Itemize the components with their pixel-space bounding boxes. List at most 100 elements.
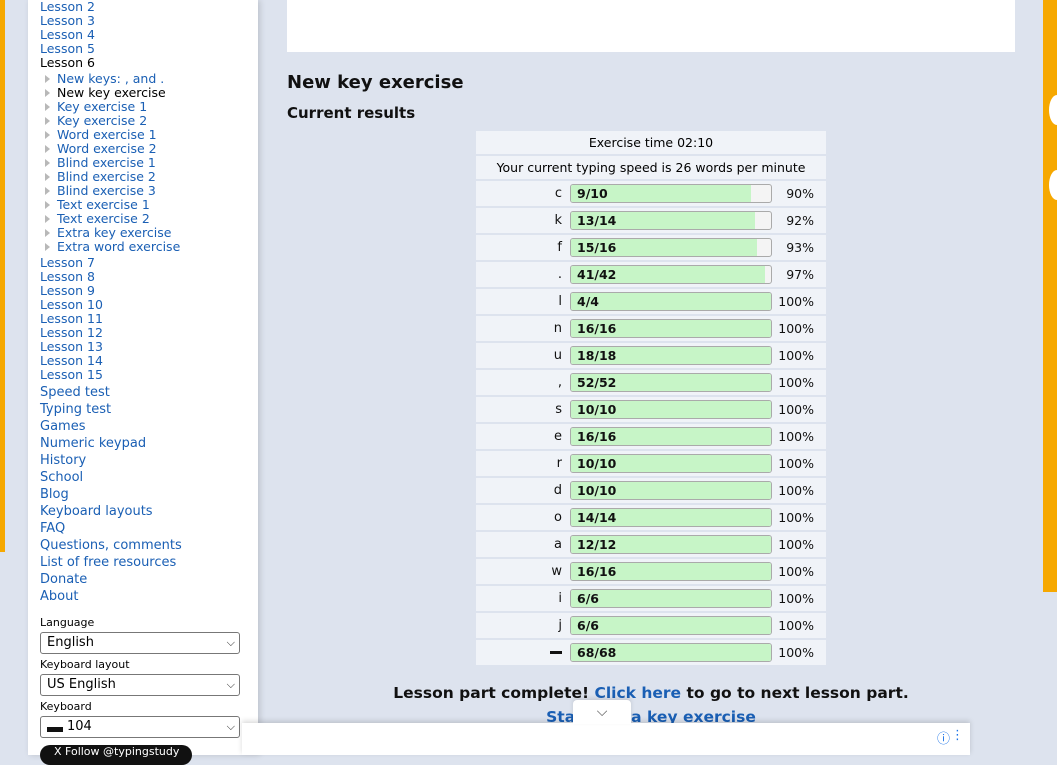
triangle-right-icon [45, 173, 50, 181]
sidebar-link-typing-test[interactable]: Typing test [40, 401, 250, 418]
result-progress-bar: 52/52 [570, 373, 772, 392]
result-score: 18/18 [577, 348, 617, 363]
typing-speed: Your current typing speed is 26 words pe… [476, 156, 826, 179]
sidebar-link-about[interactable]: About [40, 588, 250, 605]
sidebar-link-keyboard-layouts[interactable]: Keyboard layouts [40, 503, 250, 520]
result-key: c [554, 186, 562, 201]
sidebar-item-lesson-15[interactable]: Lesson 15 [40, 368, 250, 382]
ad-graphic [1049, 170, 1057, 200]
sidebar-item-lesson-8[interactable]: Lesson 8 [40, 270, 250, 284]
sidebar-item-lesson-11[interactable]: Lesson 11 [40, 312, 250, 326]
more-vertical-icon[interactable]: ⋮ [951, 728, 964, 743]
sidebar-subitem-text-exercise-2[interactable]: Text exercise 2 [40, 212, 250, 226]
sidebar-subitem-new-key-exercise: New key exercise [40, 86, 250, 100]
result-key: u [553, 348, 562, 363]
sidebar-subitem-new-keys[interactable]: New keys: , and . [40, 72, 250, 86]
sidebar-subitem-word-exercise-1[interactable]: Word exercise 1 [40, 128, 250, 142]
result-row: f 15/16 93% [476, 235, 826, 260]
sidebar-subitem-blind-exercise-1[interactable]: Blind exercise 1 [40, 156, 250, 170]
sidebar-link-numeric-keypad[interactable]: Numeric keypad [40, 435, 250, 452]
result-score: 16/16 [577, 321, 617, 336]
keyboard-layout-label: Keyboard layout [40, 658, 130, 671]
result-score: 10/10 [577, 456, 617, 471]
space-bar-icon [550, 651, 562, 654]
sidebar-link-questions-comments[interactable]: Questions, comments [40, 537, 250, 554]
result-percentage: 100% [778, 321, 814, 336]
sidebar-item-lesson-13[interactable]: Lesson 13 [40, 340, 250, 354]
sidebar-item-lesson-7[interactable]: Lesson 7 [40, 256, 250, 270]
result-score: 68/68 [577, 645, 617, 660]
sidebar-item-lesson-2[interactable]: Lesson 2 [40, 0, 250, 14]
bottom-anchor-ad[interactable]: ⌵ ⓘ ⋮ [242, 700, 970, 755]
sidebar-item-lesson-14[interactable]: Lesson 14 [40, 354, 250, 368]
result-progress-bar: 68/68 [570, 643, 772, 662]
triangle-right-icon [45, 201, 50, 209]
collapse-ad-button[interactable]: ⌵ [573, 700, 631, 724]
sidebar: Lesson 2 Lesson 3 Lesson 4 Lesson 5 Less… [28, 0, 258, 765]
sidebar-link-school[interactable]: School [40, 469, 250, 486]
result-key: l [558, 294, 562, 309]
result-row: w 16/16 100% [476, 559, 826, 584]
sidebar-subitem-word-exercise-2[interactable]: Word exercise 2 [40, 142, 250, 156]
result-progress-fill [571, 293, 771, 310]
sidebar-link-blog[interactable]: Blog [40, 486, 250, 503]
result-score: 13/14 [577, 213, 617, 228]
sidebar-item-lesson-3[interactable]: Lesson 3 [40, 14, 250, 28]
triangle-right-icon [45, 159, 50, 167]
result-key: . [557, 267, 562, 282]
sidebar-subitem-extra-word-exercise[interactable]: Extra word exercise [40, 240, 250, 254]
keyboard-layout-select[interactable]: US English ⌵ [40, 674, 240, 696]
sidebar-subitem-blind-exercise-2[interactable]: Blind exercise 2 [40, 170, 250, 184]
result-progress-bar: 4/4 [570, 292, 772, 311]
sidebar-item-lesson-5[interactable]: Lesson 5 [40, 42, 250, 56]
result-row: , 52/52 100% [476, 370, 826, 395]
triangle-right-icon [45, 187, 50, 195]
chevron-down-icon: ⌵ [226, 720, 235, 733]
sidebar-subitem-text-exercise-1[interactable]: Text exercise 1 [40, 198, 250, 212]
result-key: r [556, 456, 562, 471]
keyboard-select[interactable]: 104 ⌵ [40, 716, 240, 738]
sidebar-subitem-key-exercise-1[interactable]: Key exercise 1 [40, 100, 250, 114]
section-title: Current results [287, 104, 416, 122]
info-icon[interactable]: ⓘ [937, 728, 950, 747]
sidebar-link-history[interactable]: History [40, 452, 250, 469]
sidebar-subitem-extra-key-exercise[interactable]: Extra key exercise [40, 226, 250, 240]
sidebar-item-lesson-9[interactable]: Lesson 9 [40, 284, 250, 298]
sidebar-item-lesson-4[interactable]: Lesson 4 [40, 28, 250, 42]
result-progress-bar: 12/12 [570, 535, 772, 554]
sidebar-link-speed-test[interactable]: Speed test [40, 384, 250, 401]
chevron-down-icon: ⌵ [226, 678, 235, 691]
result-progress-bar: 41/42 [570, 265, 772, 284]
triangle-right-icon [45, 103, 50, 111]
page-title: New key exercise [287, 72, 464, 93]
result-row: u 18/18 100% [476, 343, 826, 368]
sidebar-link-donate[interactable]: Donate [40, 571, 250, 588]
result-progress-bar: 15/16 [570, 238, 772, 257]
result-score: 14/14 [577, 510, 617, 525]
top-ad-banner[interactable] [287, 0, 1015, 52]
result-row: a 12/12 100% [476, 532, 826, 557]
result-score: 12/12 [577, 537, 617, 552]
result-percentage: 100% [778, 483, 814, 498]
sidebar-item-lesson-10[interactable]: Lesson 10 [40, 298, 250, 312]
result-progress-bar: 13/14 [570, 211, 772, 230]
sidebar-subitem-key-exercise-2[interactable]: Key exercise 2 [40, 114, 250, 128]
result-progress-bar: 9/10 [570, 184, 772, 203]
result-key: i [558, 591, 562, 606]
sidebar-link-free-resources[interactable]: List of free resources [40, 554, 250, 571]
result-score: 4/4 [577, 294, 599, 309]
language-select[interactable]: English ⌵ [40, 632, 240, 654]
follow-button[interactable]: X Follow @typingstudy [40, 745, 192, 765]
right-ad-strip[interactable] [1043, 0, 1057, 592]
result-key: o [554, 510, 562, 525]
sidebar-item-lesson-12[interactable]: Lesson 12 [40, 326, 250, 340]
result-percentage: 100% [778, 402, 814, 417]
result-key: d [553, 483, 562, 498]
sidebar-link-faq[interactable]: FAQ [40, 520, 250, 537]
sidebar-subitem-blind-exercise-3[interactable]: Blind exercise 3 [40, 184, 250, 198]
left-ad-strip[interactable] [0, 0, 5, 552]
result-progress-bar: 16/16 [570, 427, 772, 446]
sidebar-link-games[interactable]: Games [40, 418, 250, 435]
result-percentage: 100% [778, 510, 814, 525]
chevron-down-icon: ⌵ [226, 636, 235, 649]
